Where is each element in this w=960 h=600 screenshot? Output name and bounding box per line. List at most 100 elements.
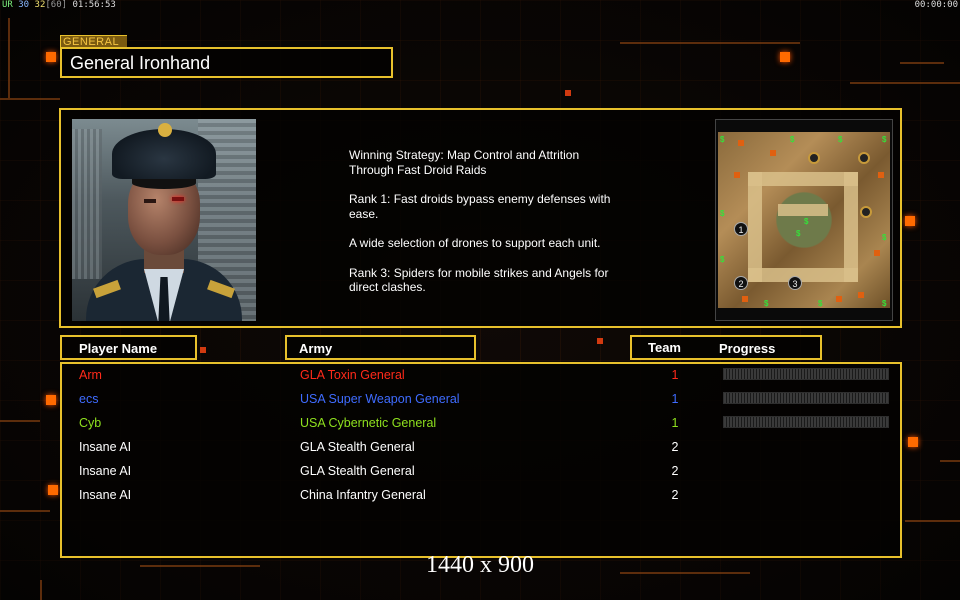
map-preview: 1 2 3 $ $ $ $ $ $ $ $ $ $ $ $	[715, 119, 893, 321]
hud-stat-part: 30	[12, 0, 35, 10]
map-supply-icon: $	[882, 233, 887, 242]
deco-line	[0, 98, 60, 100]
map-supply-icon: $	[804, 217, 809, 226]
player-name: Arm	[79, 368, 102, 382]
player-row: Arm GLA Toxin General 1	[62, 364, 900, 388]
player-name: Insane AI	[79, 488, 132, 502]
player-team: 2	[671, 464, 679, 478]
map-terrain: 1 2 3 $ $ $ $ $ $ $ $ $ $ $ $	[718, 132, 890, 308]
hud-stat-part: [60]	[45, 0, 68, 10]
map-unit-marker	[836, 296, 842, 302]
player-team: 1	[671, 392, 679, 406]
deco-line	[620, 42, 800, 44]
map-unit-marker	[858, 292, 864, 298]
deco-line	[0, 510, 50, 512]
player-row: ecs USA Super Weapon General 1	[62, 388, 900, 412]
player-team: 2	[671, 488, 679, 502]
map-oil-derrick	[860, 206, 872, 218]
hud-clock: 01:56:53	[67, 0, 116, 10]
deco-square	[905, 216, 915, 226]
map-start-position: 2	[734, 276, 748, 290]
map-road	[778, 204, 828, 216]
map-supply-icon: $	[790, 135, 795, 144]
strategy-line: Winning Strategy: Map Control and Attrit…	[349, 148, 580, 177]
deco-square	[908, 437, 918, 447]
map-unit-marker	[742, 296, 748, 302]
strategy-line: Rank 3: Spiders for mobile strikes and A…	[349, 265, 609, 295]
resolution-label: 1440 x 900	[426, 552, 534, 578]
map-unit-marker	[738, 140, 744, 146]
general-name-box: General Ironhand	[60, 47, 393, 78]
deco-square	[780, 52, 790, 62]
deco-square	[565, 90, 571, 96]
map-oil-derrick	[808, 152, 820, 164]
hud-stat-part: UR	[2, 0, 13, 10]
map-supply-icon: $	[882, 299, 887, 308]
player-army: USA Cybernetic General	[300, 416, 437, 430]
map-road	[748, 172, 762, 282]
portrait-building	[72, 129, 102, 279]
map-supply-icon: $	[818, 299, 823, 308]
player-name: ecs	[79, 392, 99, 406]
player-row: Cyb USA Cybernetic General 1	[62, 412, 900, 436]
progress-header-label: Progress	[719, 341, 776, 356]
deco-square	[48, 485, 58, 495]
map-supply-icon: $	[882, 135, 887, 144]
player-team: 2	[671, 440, 679, 454]
player-army: GLA Toxin General	[300, 368, 405, 382]
team-header-label: Team	[648, 340, 681, 355]
army-header: Army	[285, 335, 476, 360]
player-name: Insane AI	[79, 464, 132, 478]
deco-square	[200, 347, 206, 353]
general-name: General Ironhand	[70, 53, 211, 73]
map-supply-icon: $	[764, 299, 769, 308]
army-header-label: Army	[299, 341, 333, 356]
deco-line	[0, 420, 40, 422]
map-supply-icon: $	[796, 229, 801, 238]
player-row: Insane AI China Infantry General 2	[62, 484, 900, 508]
portrait-cap-badge	[158, 123, 172, 137]
player-progress-bar	[723, 416, 889, 428]
general-info-panel: Winning Strategy: Map Control and Attrit…	[59, 108, 902, 328]
player-list: Arm GLA Toxin General 1 ecs USA Super We…	[60, 362, 902, 558]
player-team: 1	[671, 416, 679, 430]
portrait-eye	[144, 199, 156, 203]
team-progress-header: Team Progress	[630, 335, 822, 360]
strategy-line: A wide selection of drones to support ea…	[349, 236, 601, 250]
deco-square	[46, 395, 56, 405]
map-supply-icon: $	[838, 135, 843, 144]
player-name-header-label: Player Name	[79, 341, 158, 356]
portrait-cyber-eye	[172, 197, 184, 201]
hud-stats: UR 30 32[60] 01:56:53	[2, 0, 116, 11]
map-unit-marker	[878, 172, 884, 178]
strategy-description: Winning Strategy: Map Control and Attrit…	[349, 148, 649, 310]
player-name: Insane AI	[79, 440, 132, 454]
player-progress-bar	[723, 392, 889, 404]
deco-line	[40, 580, 42, 600]
deco-square	[597, 338, 603, 344]
map-start-position: 1	[734, 222, 748, 236]
player-army: GLA Stealth General	[300, 440, 415, 454]
deco-line	[8, 18, 10, 98]
map-unit-marker	[734, 172, 740, 178]
map-road	[748, 172, 858, 186]
map-road	[748, 268, 858, 282]
player-name: Cyb	[79, 416, 102, 430]
player-row: Insane AI GLA Stealth General 2	[62, 460, 900, 484]
map-start-position: 3	[788, 276, 802, 290]
map-supply-icon: $	[720, 209, 725, 218]
player-row: Insane AI GLA Stealth General 2	[62, 436, 900, 460]
player-army: GLA Stealth General	[300, 464, 415, 478]
player-name-header: Player Name	[60, 335, 197, 360]
player-army: China Infantry General	[300, 488, 426, 502]
map-supply-icon: $	[720, 255, 725, 264]
map-supply-icon: $	[720, 135, 725, 144]
strategy-line: Rank 1: Fast droids bypass enemy defense…	[349, 192, 611, 221]
player-team: 1	[671, 368, 679, 382]
hud-stat-part: 32	[34, 0, 46, 10]
player-progress-bar	[723, 368, 889, 380]
deco-line	[905, 520, 960, 522]
player-army: USA Super Weapon General	[300, 392, 460, 406]
hud-timer: 00:00:00	[914, 0, 958, 10]
deco-line	[940, 460, 960, 462]
